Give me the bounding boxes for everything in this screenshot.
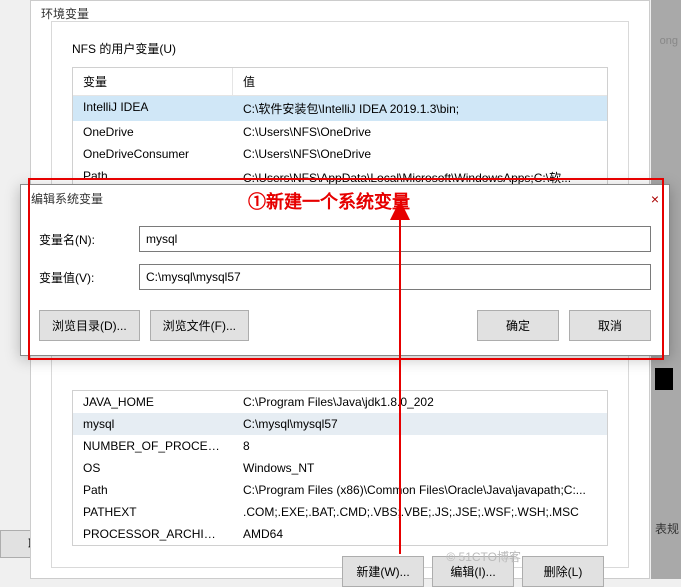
var-name-label: 变量名(N): [39,231,139,248]
cell-val: C:\Program Files\Java\jdk1.8.0_202 [233,391,607,413]
var-name-input[interactable] [139,226,651,252]
cell-val: C:\软件安装包\IntelliJ IDEA 2019.1.3\bin; [233,96,607,121]
user-vars-label: NFS 的用户变量(U) [72,40,608,57]
ok-button[interactable]: 确定 [477,310,559,341]
side-bg-text-top: ong [660,35,678,47]
cell-val: Windows_NT [233,457,607,479]
cell-val: C:\Users\NFS\OneDrive [233,143,607,165]
table-row[interactable]: PROCESSOR_ARCHITECT... AMD64 [73,523,607,545]
side-black-box [655,368,673,390]
user-vars-table[interactable]: 变量 值 IntelliJ IDEA C:\软件安装包\IntelliJ IDE… [72,67,608,191]
var-value-label: 变量值(V): [39,269,139,286]
sys-vars-buttons: 新建(W)... 编辑(I)... 删除(L) [72,556,608,587]
side-bg-text: 表规 [655,520,679,537]
table-row[interactable]: NUMBER_OF_PROCESSORS 8 [73,435,607,457]
table-row[interactable]: IntelliJ IDEA C:\软件安装包\IntelliJ IDEA 201… [73,96,607,121]
table-row[interactable]: OneDriveConsumer C:\Users\NFS\OneDrive [73,143,607,165]
browse-file-button[interactable]: 浏览文件(F)... [150,310,249,341]
watermark: © 51CTO博客 [446,548,521,565]
cell-var: OS [73,457,233,479]
browse-dir-button[interactable]: 浏览目录(D)... [39,310,140,341]
new-button[interactable]: 新建(W)... [342,556,424,587]
th-variable[interactable]: 变量 [73,68,233,95]
cell-var: OneDrive [73,121,233,143]
table-row[interactable]: mysql C:\mysql\mysql57 [73,413,607,435]
table-header: 变量 值 [73,68,607,96]
var-value-input[interactable] [139,264,651,290]
close-icon[interactable]: × [651,191,659,207]
user-vars-section: NFS 的用户变量(U) 变量 值 IntelliJ IDEA C:\软件安装包… [72,40,608,191]
dialog-title: 编辑系统变量 [31,190,103,207]
table-row[interactable]: PATHEXT .COM;.EXE;.BAT;.CMD;.VBS;.VBE;.J… [73,501,607,523]
cell-var: NUMBER_OF_PROCESSORS [73,435,233,457]
cell-var: PROCESSOR_ARCHITECT... [73,523,233,545]
cell-val: C:\Program Files (x86)\Common Files\Orac… [233,479,607,501]
cell-val: C:\mysql\mysql57 [233,413,607,435]
table-row[interactable]: OS Windows_NT [73,457,607,479]
cell-var: mysql [73,413,233,435]
cell-val: AMD64 [233,523,607,545]
table-row[interactable]: Path C:\Program Files (x86)\Common Files… [73,479,607,501]
cancel-button[interactable]: 取消 [569,310,651,341]
cell-val: C:\Users\NFS\OneDrive [233,121,607,143]
sys-vars-section: JAVA_HOME C:\Program Files\Java\jdk1.8.0… [72,390,608,587]
cell-val: .COM;.EXE;.BAT;.CMD;.VBS;.VBE;.JS;.JSE;.… [233,501,607,523]
table-row[interactable]: OneDrive C:\Users\NFS\OneDrive [73,121,607,143]
cell-var: OneDriveConsumer [73,143,233,165]
sys-vars-table[interactable]: JAVA_HOME C:\Program Files\Java\jdk1.8.0… [72,390,608,546]
cell-val: 8 [233,435,607,457]
cell-var: Path [73,479,233,501]
delete-button[interactable]: 删除(L) [522,556,604,587]
cell-var: IntelliJ IDEA [73,96,233,121]
th-value[interactable]: 值 [233,68,607,95]
cell-var: PATHEXT [73,501,233,523]
cell-var: JAVA_HOME [73,391,233,413]
table-row[interactable]: JAVA_HOME C:\Program Files\Java\jdk1.8.0… [73,391,607,413]
edit-system-variable-dialog: 编辑系统变量 × 变量名(N): 变量值(V): 浏览目录(D)... 浏览文件… [20,184,670,356]
